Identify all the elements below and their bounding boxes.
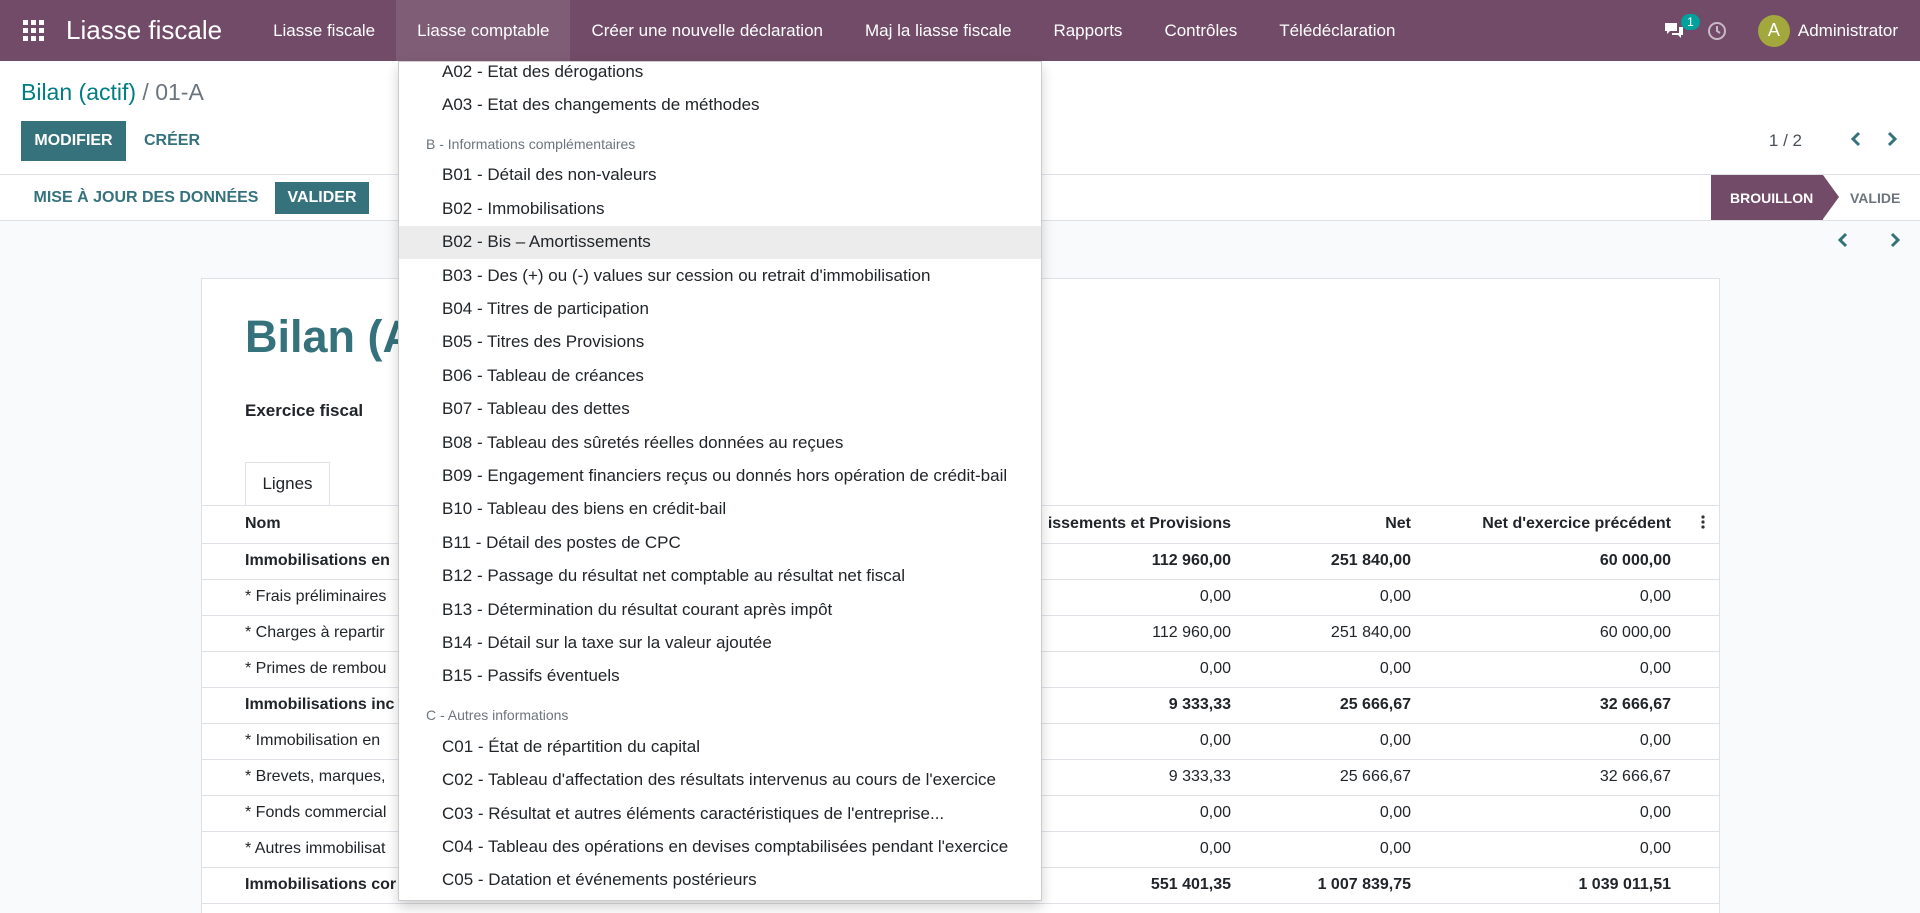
- row-previous-net-cell: 60 000,00: [1425, 615, 1685, 652]
- dropdown-menu-item[interactable]: B04 - Titres de participation: [399, 292, 1041, 325]
- dropdown-menu-item[interactable]: A02 - Etat des dérogations: [399, 62, 1041, 88]
- dropdown-menu-item[interactable]: B06 - Tableau de créances: [399, 359, 1041, 392]
- user-avatar[interactable]: A: [1757, 14, 1790, 47]
- nav-menu-item[interactable]: Liasse comptable: [396, 0, 571, 61]
- record-previous-icon[interactable]: [1831, 228, 1855, 252]
- row-amortization-cell: 9 333,33: [1033, 759, 1245, 796]
- liasse-comptable-dropdown: A02 - Etat des dérogations A03 - Etat des…: [398, 61, 1042, 901]
- breadcrumb-separator: /: [136, 79, 156, 105]
- row-amortization-cell: 0,00: [1033, 579, 1245, 616]
- dropdown-menu-item[interactable]: B02 - Bis – Amortissements: [399, 225, 1041, 259]
- breadcrumb: Bilan (actif) / 01-A: [21, 79, 204, 106]
- dropdown-menu-item[interactable]: C03 - Résultat et autres éléments caract…: [399, 797, 1041, 830]
- dropdown-menu-item[interactable]: B12 - Passage du résultat net comptable …: [399, 560, 1041, 593]
- nav-menu-item[interactable]: Télédéclaration: [1258, 0, 1416, 61]
- dropdown-menu-item[interactable]: C01 - État de répartition du capital: [399, 730, 1041, 763]
- dropdown-menu-item[interactable]: C04 - Tableau des opérations en devises …: [399, 830, 1041, 863]
- dropdown-menu-item[interactable]: B03 - Des (+) ou (-) values sur cession …: [399, 259, 1041, 292]
- row-previous-net-cell: 1 039 011,51: [1425, 867, 1685, 904]
- row-amortization-cell: 9 333,33: [1033, 687, 1245, 724]
- row-amortization-cell: 112 960,00: [1033, 543, 1245, 580]
- dropdown-menu-item[interactable]: A03 - Etat des changements de méthodes: [399, 88, 1041, 121]
- dropdown-menu-item[interactable]: B14 - Détail sur la taxe sur la valeur a…: [399, 626, 1041, 659]
- dropdown-menu-item[interactable]: C02 - Tableau d'affectation des résultat…: [399, 764, 1041, 797]
- row-net-cell: 0,00: [1245, 651, 1425, 688]
- row-previous-net-cell: 32 666,67: [1425, 687, 1685, 724]
- update-data-button[interactable]: MISE À JOUR DES DONNÉES: [22, 183, 270, 213]
- dropdown-section-header: C - Autres informations: [426, 707, 569, 724]
- tab-lines[interactable]: Lignes: [245, 462, 330, 506]
- status-draft[interactable]: BROUILLON: [1711, 175, 1839, 220]
- dropdown-menu-item[interactable]: B07 - Tableau des dettes: [399, 393, 1041, 426]
- column-net-header[interactable]: Net: [1245, 506, 1425, 544]
- activity-clock-icon[interactable]: [1706, 20, 1728, 42]
- row-amortization-cell: 0,00: [1033, 723, 1245, 760]
- row-net-cell: 25 666,67: [1245, 759, 1425, 796]
- dropdown-menu-item[interactable]: B09 - Engagement financiers reçus ou don…: [399, 459, 1041, 492]
- breadcrumb-parent[interactable]: Bilan (actif): [21, 79, 136, 105]
- row-previous-net-cell: 60 000,00: [1425, 543, 1685, 580]
- row-amortization-cell: 0,00: [1033, 795, 1245, 832]
- nav-menu-item[interactable]: Maj la liasse fiscale: [844, 0, 1032, 61]
- dropdown-menu-item[interactable]: C06 - Etat Détaillé des Stocks: [399, 897, 1041, 900]
- row-amortization-cell: 0,00: [1033, 651, 1245, 688]
- nav-menu-item[interactable]: Liasse fiscale: [252, 0, 396, 61]
- row-net-cell: 0,00: [1245, 723, 1425, 760]
- status-valid[interactable]: VALIDE: [1836, 175, 1900, 220]
- row-net-cell: 25 666,67: [1245, 687, 1425, 724]
- dropdown-menu-item[interactable]: B01 - Détail des non-valeurs: [399, 159, 1041, 192]
- dropdown-menu-item[interactable]: B15 - Passifs éventuels: [399, 660, 1041, 693]
- dropdown-menu-item[interactable]: B08 - Tableau des sûretés réelles donnée…: [399, 426, 1041, 459]
- main-menu: Liasse fiscale Liasse comptable Créer une …: [252, 0, 1416, 61]
- top-navbar: Liasse fiscale Liasse fiscale Liasse comp…: [0, 0, 1920, 61]
- row-previous-net-cell: 0,00: [1425, 723, 1685, 760]
- row-amortization-cell: 112 960,00: [1033, 615, 1245, 652]
- user-name[interactable]: Administrator: [1798, 21, 1898, 41]
- dropdown-menu-item[interactable]: B13 - Détermination du résultat courant …: [399, 593, 1041, 626]
- row-amortization-cell: 551 401,35: [1033, 867, 1245, 904]
- pager-next-icon[interactable]: [1880, 127, 1904, 151]
- row-net-cell: 0,00: [1245, 579, 1425, 616]
- pager-previous-icon[interactable]: [1844, 127, 1868, 151]
- row-previous-net-cell: 0,00: [1425, 651, 1685, 688]
- chat-icon[interactable]: 1: [1656, 13, 1700, 49]
- row-net-cell: 251 840,00: [1245, 543, 1425, 580]
- row-previous-net-cell: 0,00: [1425, 795, 1685, 832]
- row-previous-net-cell: 0,00: [1425, 831, 1685, 868]
- chat-count-badge: 1: [1681, 13, 1700, 30]
- dropdown-menu-item[interactable]: B02 - Immobilisations: [399, 192, 1041, 225]
- breadcrumb-current: 01-A: [155, 79, 204, 105]
- validate-button[interactable]: VALIDER: [275, 182, 369, 214]
- edit-button[interactable]: MODIFIER: [21, 121, 126, 161]
- nav-menu-item[interactable]: Contrôles: [1143, 0, 1258, 61]
- row-amortization-cell: 0,00: [1033, 831, 1245, 868]
- app-brand[interactable]: Liasse fiscale: [66, 15, 222, 46]
- create-button[interactable]: CRÉER: [135, 121, 209, 161]
- fiscal-year-label: Exercice fiscal: [245, 401, 364, 420]
- row-previous-net-cell: 32 666,67: [1425, 759, 1685, 796]
- row-net-cell: 251 840,00: [1245, 615, 1425, 652]
- row-previous-net-cell: 0,00: [1425, 579, 1685, 616]
- nav-menu-item[interactable]: Rapports: [1032, 0, 1143, 61]
- row-net-cell: 0,00: [1245, 795, 1425, 832]
- row-net-cell: 0,00: [1245, 831, 1425, 868]
- column-amortization-header[interactable]: issements et Provisions: [1033, 506, 1245, 544]
- column-previous-net-header[interactable]: Net d'exercice précédent: [1425, 506, 1685, 544]
- record-next-icon[interactable]: [1883, 228, 1907, 252]
- dropdown-menu-item[interactable]: B05 - Titres des Provisions: [399, 326, 1041, 359]
- pager-value[interactable]: 1 / 2: [1769, 131, 1802, 151]
- apps-menu-icon[interactable]: [0, 0, 66, 61]
- dropdown-menu-item[interactable]: C05 - Datation et événements postérieurs: [399, 864, 1041, 897]
- nav-menu-item[interactable]: Créer une nouvelle déclaration: [570, 0, 844, 61]
- dropdown-menu-item[interactable]: B10 - Tableau des biens en crédit-bail: [399, 493, 1041, 526]
- row-net-cell: 1 007 839,75: [1245, 867, 1425, 904]
- optional-columns-icon[interactable]: [1685, 506, 1719, 544]
- dropdown-section-header: B - Informations complémentaires: [426, 135, 636, 152]
- dropdown-menu-item[interactable]: B11 - Détail des postes de CPC: [399, 526, 1041, 559]
